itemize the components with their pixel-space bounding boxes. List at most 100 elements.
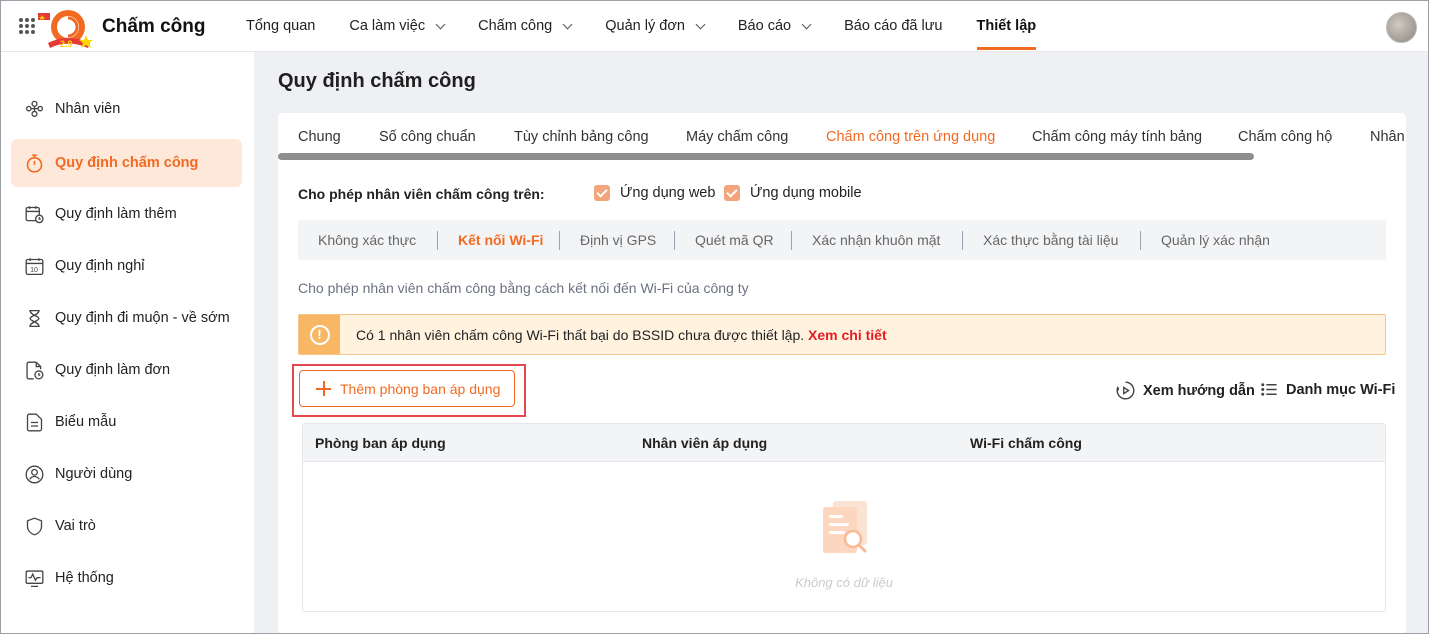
sidebar-item-quy-dinh-lam-them[interactable]: Quy định làm thêm	[11, 190, 242, 238]
sidebar-item-label: Quy định đi muộn - về sớm	[55, 310, 230, 326]
hourglass-icon	[29, 309, 40, 327]
nav-label: Chấm công	[478, 18, 553, 34]
alert-text: Có 1 nhân viên chấm công Wi-Fi thất bại …	[356, 327, 805, 343]
page-title: Quy định chấm công	[278, 70, 476, 92]
checkbox-checked-icon	[594, 185, 610, 201]
svg-text:10: 10	[30, 267, 38, 274]
document-clock-icon	[26, 361, 44, 379]
subtab-divider	[559, 231, 560, 250]
sidebar-item-quy-dinh-nghi[interactable]: 10 Quy định nghỉ	[11, 242, 242, 290]
top-bar: 2.9 Chấm công Tổng quan Ca làm việc Chấm…	[0, 0, 1429, 52]
view-detail-link[interactable]: Xem chi tiết	[808, 327, 887, 343]
nav-cham-cong[interactable]: Chấm công	[478, 0, 573, 52]
sidebar-item-he-thong[interactable]: Hệ thống	[11, 554, 242, 602]
list-icon	[1261, 383, 1277, 396]
checkbox-label: Ứng dụng web	[620, 185, 716, 201]
tab-nhan[interactable]: Nhân	[1370, 129, 1405, 145]
sidebar-item-label: Biểu mẫu	[55, 414, 117, 430]
top-nav: Tổng quan Ca làm việc Chấm công Quản lý …	[246, 0, 1070, 52]
play-circle-icon	[1116, 381, 1135, 400]
app-launcher-icon[interactable]	[19, 18, 35, 34]
sidebar-item-label: Người dùng	[55, 466, 133, 482]
chevron-down-icon	[695, 19, 706, 29]
sidebar: Nhân viên Quy định chấm công Quy định là…	[0, 52, 254, 634]
overtime-calendar-icon	[25, 205, 44, 223]
svg-text:2.9: 2.9	[60, 39, 73, 49]
nav-label: Tổng quan	[246, 18, 316, 34]
column-header: Nhân viên áp dụng	[642, 435, 768, 451]
column-header: Wi-Fi chấm công	[970, 435, 1082, 451]
nav-thiet-lap[interactable]: Thiết lập	[976, 0, 1037, 52]
sidebar-item-quy-dinh-cham-cong[interactable]: Quy định chấm công	[11, 139, 242, 187]
nav-tong-quan[interactable]: Tổng quan	[246, 0, 315, 52]
stopwatch-icon	[26, 153, 43, 173]
nav-quan-ly-don[interactable]: Quản lý đơn	[605, 0, 706, 52]
system-monitor-icon	[25, 569, 44, 587]
sidebar-item-nhan-vien[interactable]: Nhân viên	[11, 85, 242, 133]
subtab-divider	[674, 231, 675, 250]
subtab-quet-ma-qr[interactable]: Quét mã QR	[695, 232, 774, 248]
alert-icon-box: !	[299, 315, 340, 354]
verification-subtabs: Không xác thực Kết nối Wi-Fi Định vị GPS…	[298, 220, 1386, 260]
sidebar-item-quy-dinh-di-muon[interactable]: Quy định đi muộn - về sớm	[11, 294, 242, 342]
sidebar-item-label: Quy định làm đơn	[55, 362, 171, 378]
subtab-ket-noi-wifi[interactable]: Kết nối Wi-Fi	[458, 232, 543, 248]
chevron-down-icon	[562, 19, 573, 29]
mobile-app-checkbox[interactable]: Ứng dụng mobile	[724, 185, 862, 201]
nav-label: Quản lý đơn	[605, 18, 685, 34]
nav-label: Thiết lập	[976, 18, 1037, 34]
alert-message: Có 1 nhân viên chấm công Wi-Fi thất bại …	[356, 327, 887, 343]
sidebar-item-label: Vai trò	[55, 518, 96, 534]
sidebar-item-quy-dinh-lam-don[interactable]: Quy định làm đơn	[11, 346, 242, 394]
tab-cham-cong-may-tinh-bang[interactable]: Chấm công máy tính bảng	[1032, 129, 1202, 145]
guide-link[interactable]: Xem hướng dẫn	[1115, 380, 1255, 401]
shield-icon	[26, 516, 43, 536]
sidebar-item-label: Quy định chấm công	[55, 155, 199, 171]
sidebar-item-bieu-mau[interactable]: Biểu mẫu	[11, 398, 242, 446]
nav-bao-cao-da-luu[interactable]: Báo cáo đã lưu	[844, 0, 942, 52]
sidebar-item-label: Quy định làm thêm	[55, 206, 177, 222]
department-table: Phòng ban áp dụng Nhân viên áp dụng Wi-F…	[302, 423, 1386, 612]
guide-link-label: Xem hướng dẫn	[1143, 382, 1255, 399]
empty-data-icon	[823, 501, 867, 553]
tab-scrollbar[interactable]	[278, 153, 1254, 160]
form-icon	[26, 413, 43, 431]
subtab-divider	[791, 231, 792, 250]
nav-bao-cao[interactable]: Báo cáo	[737, 0, 812, 52]
tab-chung[interactable]: Chung	[298, 129, 341, 145]
subtab-xac-thuc-tai-lieu[interactable]: Xác thực bằng tài liệu	[983, 232, 1118, 248]
warning-icon: !	[309, 324, 330, 345]
subtab-dinh-vi-gps[interactable]: Định vị GPS	[580, 232, 656, 248]
tab-tuy-chinh-bang-cong[interactable]: Tùy chỉnh bảng công	[514, 129, 649, 145]
tab-cham-cong-tren-ung-dung[interactable]: Chấm công trên ứng dụng	[826, 129, 995, 145]
column-header: Phòng ban áp dụng	[315, 435, 446, 451]
wifi-description: Cho phép nhân viên chấm công bằng cách k…	[298, 280, 749, 296]
tab-may-cham-cong[interactable]: Máy chấm công	[686, 129, 788, 145]
nav-label: Báo cáo	[737, 18, 792, 34]
wifi-list-label: Danh mục Wi-Fi	[1286, 381, 1396, 398]
employees-icon	[25, 100, 44, 117]
add-button-label: Thêm phòng ban áp dụng	[340, 380, 501, 397]
nav-label: Ca làm việc	[349, 18, 426, 34]
subtab-xac-nhan-khuon-mat[interactable]: Xác nhận khuôn mặt	[812, 232, 940, 248]
subtab-quan-ly-xac-nhan[interactable]: Quản lý xác nhận	[1161, 232, 1270, 248]
wifi-list-link[interactable]: Danh mục Wi-Fi	[1260, 380, 1395, 399]
sidebar-item-label: Hệ thống	[55, 570, 114, 586]
allow-platforms-label: Cho phép nhân viên chấm công trên:	[298, 186, 545, 202]
empty-state-text: Không có dữ liệu	[795, 575, 893, 590]
chevron-down-icon	[435, 19, 446, 29]
sidebar-item-vai-tro[interactable]: Vai trò	[11, 502, 242, 550]
subtab-khong-xac-thuc[interactable]: Không xác thực	[318, 232, 416, 248]
avatar[interactable]	[1386, 12, 1417, 43]
tab-cham-cong-ho[interactable]: Chấm công hộ	[1238, 129, 1332, 145]
add-department-button[interactable]: Thêm phòng ban áp dụng	[299, 370, 515, 407]
sidebar-item-nguoi-dung[interactable]: Người dùng	[11, 450, 242, 498]
subtab-divider	[437, 231, 438, 250]
tab-so-cong-chuan[interactable]: Số công chuẩn	[379, 129, 476, 145]
sidebar-item-label: Nhân viên	[55, 101, 121, 117]
checkbox-checked-icon	[724, 185, 740, 201]
subtab-divider	[962, 231, 963, 250]
nav-ca-lam-viec[interactable]: Ca làm việc	[349, 0, 446, 52]
web-app-checkbox[interactable]: Ứng dụng web	[594, 185, 715, 201]
app-logo[interactable]: 2.9	[38, 5, 100, 49]
